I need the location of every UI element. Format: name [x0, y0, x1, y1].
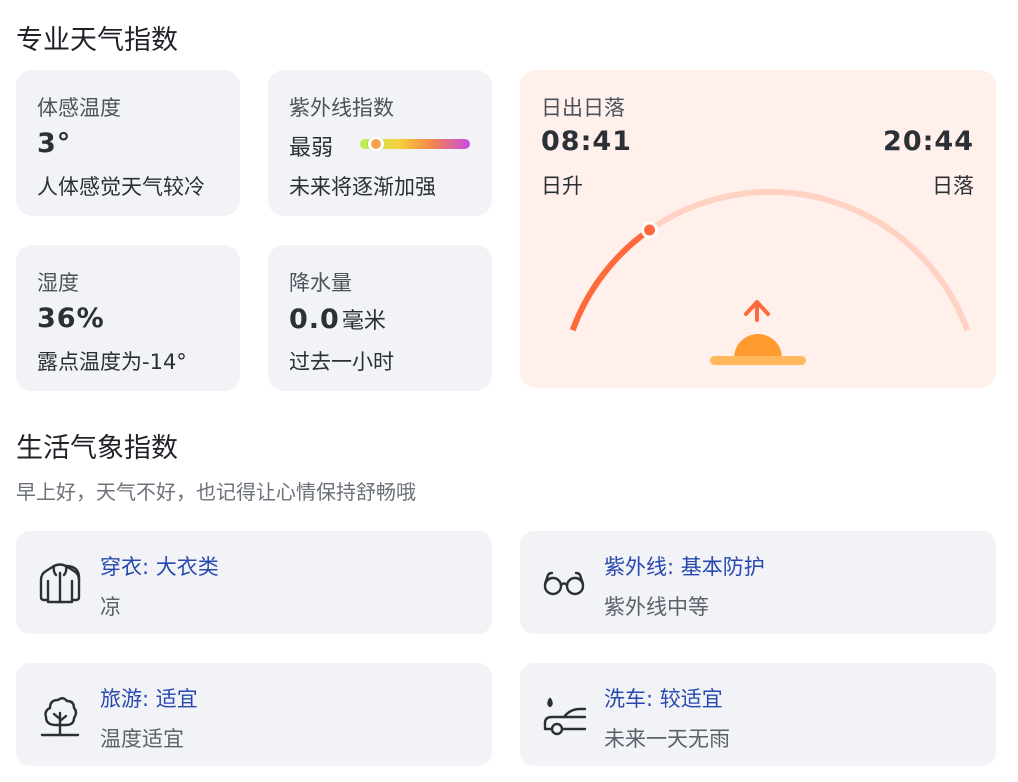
sunrise-sunset-card[interactable]: 日出日落 08:41 20:44 日升 日落: [520, 70, 996, 388]
life-item-detail: 凉: [100, 595, 121, 619]
sun-position-dot: [641, 221, 659, 239]
feels-like-card[interactable]: 体感温度 3° 人体感觉天气较冷: [16, 70, 240, 216]
sun-path-diagram: [569, 189, 971, 365]
humidity-card[interactable]: 湿度 36% 露点温度为-14°: [16, 245, 240, 391]
car-wash-icon: [540, 691, 588, 739]
uv-index-card[interactable]: 紫外线指数 最弱 未来将逐渐加强: [268, 70, 492, 216]
life-item-detail: 紫外线中等: [604, 595, 709, 619]
horizon-line: [710, 356, 806, 365]
feels-like-desc: 人体感觉天气较冷: [37, 175, 205, 199]
uv-level-text: 最弱: [289, 136, 334, 161]
life-section-subtitle: 早上好，天气不好，也记得让心情保持舒畅哦: [16, 480, 416, 504]
uv-level-indicator: [367, 136, 384, 152]
uv-index-desc: 未来将逐渐加强: [289, 175, 436, 199]
life-item-clothing[interactable]: 穿衣: 大衣类 凉: [16, 531, 492, 634]
precipitation-unit: 毫米: [341, 309, 386, 334]
precipitation-card[interactable]: 降水量 0.0毫米 过去一小时: [268, 245, 492, 391]
humidity-value: 36%: [37, 303, 105, 334]
life-item-detail: 未来一天无雨: [604, 727, 730, 751]
humidity-desc: 露点温度为-14°: [37, 350, 187, 374]
coat-icon: [36, 559, 84, 607]
sun-icon: [734, 334, 782, 358]
feels-like-value: 3°: [37, 128, 72, 159]
precipitation-value: 0.0毫米: [289, 303, 386, 335]
life-item-title: 穿衣: 大衣类: [100, 555, 219, 579]
uv-gradient-bar: [360, 136, 470, 152]
professional-section-title: 专业天气指数: [16, 25, 178, 56]
tree-icon: [36, 691, 84, 739]
glasses-icon: [540, 559, 588, 607]
life-item-uv[interactable]: 紫外线: 基本防护 紫外线中等: [520, 531, 996, 634]
life-item-title: 洗车: 较适宜: [604, 687, 723, 711]
sunrise-icon: [710, 300, 806, 365]
life-item-car-wash[interactable]: 洗车: 较适宜 未来一天无雨: [520, 663, 996, 766]
life-section-title: 生活气象指数: [16, 433, 178, 464]
life-item-title: 旅游: 适宜: [100, 687, 198, 711]
life-item-title: 紫外线: 基本防护: [604, 555, 765, 579]
sun-arc-elapsed: [569, 227, 652, 332]
precipitation-label: 降水量: [289, 271, 352, 295]
precipitation-number: 0.0: [289, 304, 340, 335]
feels-like-label: 体感温度: [37, 96, 121, 120]
life-item-travel[interactable]: 旅游: 适宜 温度适宜: [16, 663, 492, 766]
life-item-detail: 温度适宜: [100, 727, 184, 751]
humidity-label: 湿度: [37, 271, 79, 295]
precipitation-desc: 过去一小时: [289, 350, 394, 374]
uv-index-label: 紫外线指数: [289, 96, 394, 120]
up-arrow-icon: [744, 300, 770, 322]
sun-arc-remaining: [647, 189, 971, 332]
